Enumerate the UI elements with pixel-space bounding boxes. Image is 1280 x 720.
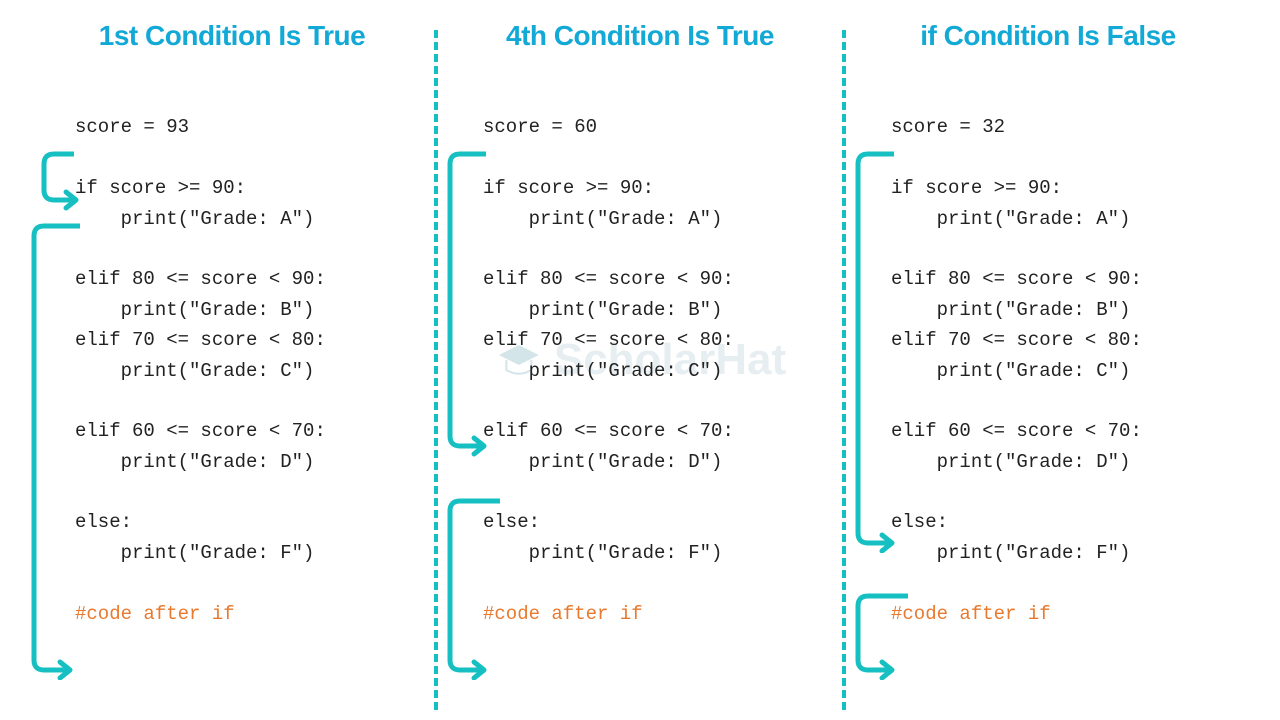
after-line: #code after if (75, 603, 235, 625)
after-line: #code after if (483, 603, 643, 625)
code-line: print("Grade: A") (75, 208, 314, 230)
code-line: elif 60 <= score < 70: (483, 420, 734, 442)
code-line: elif 80 <= score < 90: (891, 268, 1142, 290)
code-line: elif 60 <= score < 70: (75, 420, 326, 442)
code-line: if score >= 90: (891, 177, 1062, 199)
code-line: print("Grade: A") (891, 208, 1130, 230)
column-1-code: score = 93 if score >= 90: print("Grade:… (75, 82, 419, 629)
code-line: print("Grade: A") (483, 208, 722, 230)
column-3: if Condition Is False score = 32 if scor… (846, 20, 1250, 700)
column-1-title: 1st Condition Is True (45, 20, 419, 52)
code-line: elif 80 <= score < 90: (75, 268, 326, 290)
code-line: else: (75, 511, 132, 533)
column-2: 4th Condition Is True score = 60 if scor… (438, 20, 842, 700)
code-line: print("Grade: D") (483, 451, 722, 473)
column-2-title: 4th Condition Is True (453, 20, 827, 52)
code-line: if score >= 90: (75, 177, 246, 199)
column-1: 1st Condition Is True score = 93 if scor… (30, 20, 434, 700)
score-line: score = 60 (483, 116, 597, 138)
after-line: #code after if (891, 603, 1051, 625)
code-line: print("Grade: B") (75, 299, 314, 321)
code-line: elif 70 <= score < 80: (483, 329, 734, 351)
code-line: print("Grade: F") (75, 542, 314, 564)
column-3-title: if Condition Is False (861, 20, 1235, 52)
code-line: elif 70 <= score < 80: (75, 329, 326, 351)
code-line: elif 70 <= score < 80: (891, 329, 1142, 351)
code-line: elif 80 <= score < 90: (483, 268, 734, 290)
code-line: print("Grade: F") (891, 542, 1130, 564)
code-line: print("Grade: C") (75, 360, 314, 382)
score-line: score = 32 (891, 116, 1005, 138)
code-line: if score >= 90: (483, 177, 654, 199)
diagram-container: 1st Condition Is True score = 93 if scor… (0, 0, 1280, 720)
code-line: else: (891, 511, 948, 533)
code-line: elif 60 <= score < 70: (891, 420, 1142, 442)
code-line: print("Grade: F") (483, 542, 722, 564)
code-line: print("Grade: C") (891, 360, 1130, 382)
code-line: print("Grade: B") (483, 299, 722, 321)
code-line: else: (483, 511, 540, 533)
column-2-code: score = 60 if score >= 90: print("Grade:… (483, 82, 827, 629)
code-line: print("Grade: D") (891, 451, 1130, 473)
code-line: print("Grade: B") (891, 299, 1130, 321)
code-line: print("Grade: D") (75, 451, 314, 473)
code-line: print("Grade: C") (483, 360, 722, 382)
column-3-code: score = 32 if score >= 90: print("Grade:… (891, 82, 1235, 629)
score-line: score = 93 (75, 116, 189, 138)
